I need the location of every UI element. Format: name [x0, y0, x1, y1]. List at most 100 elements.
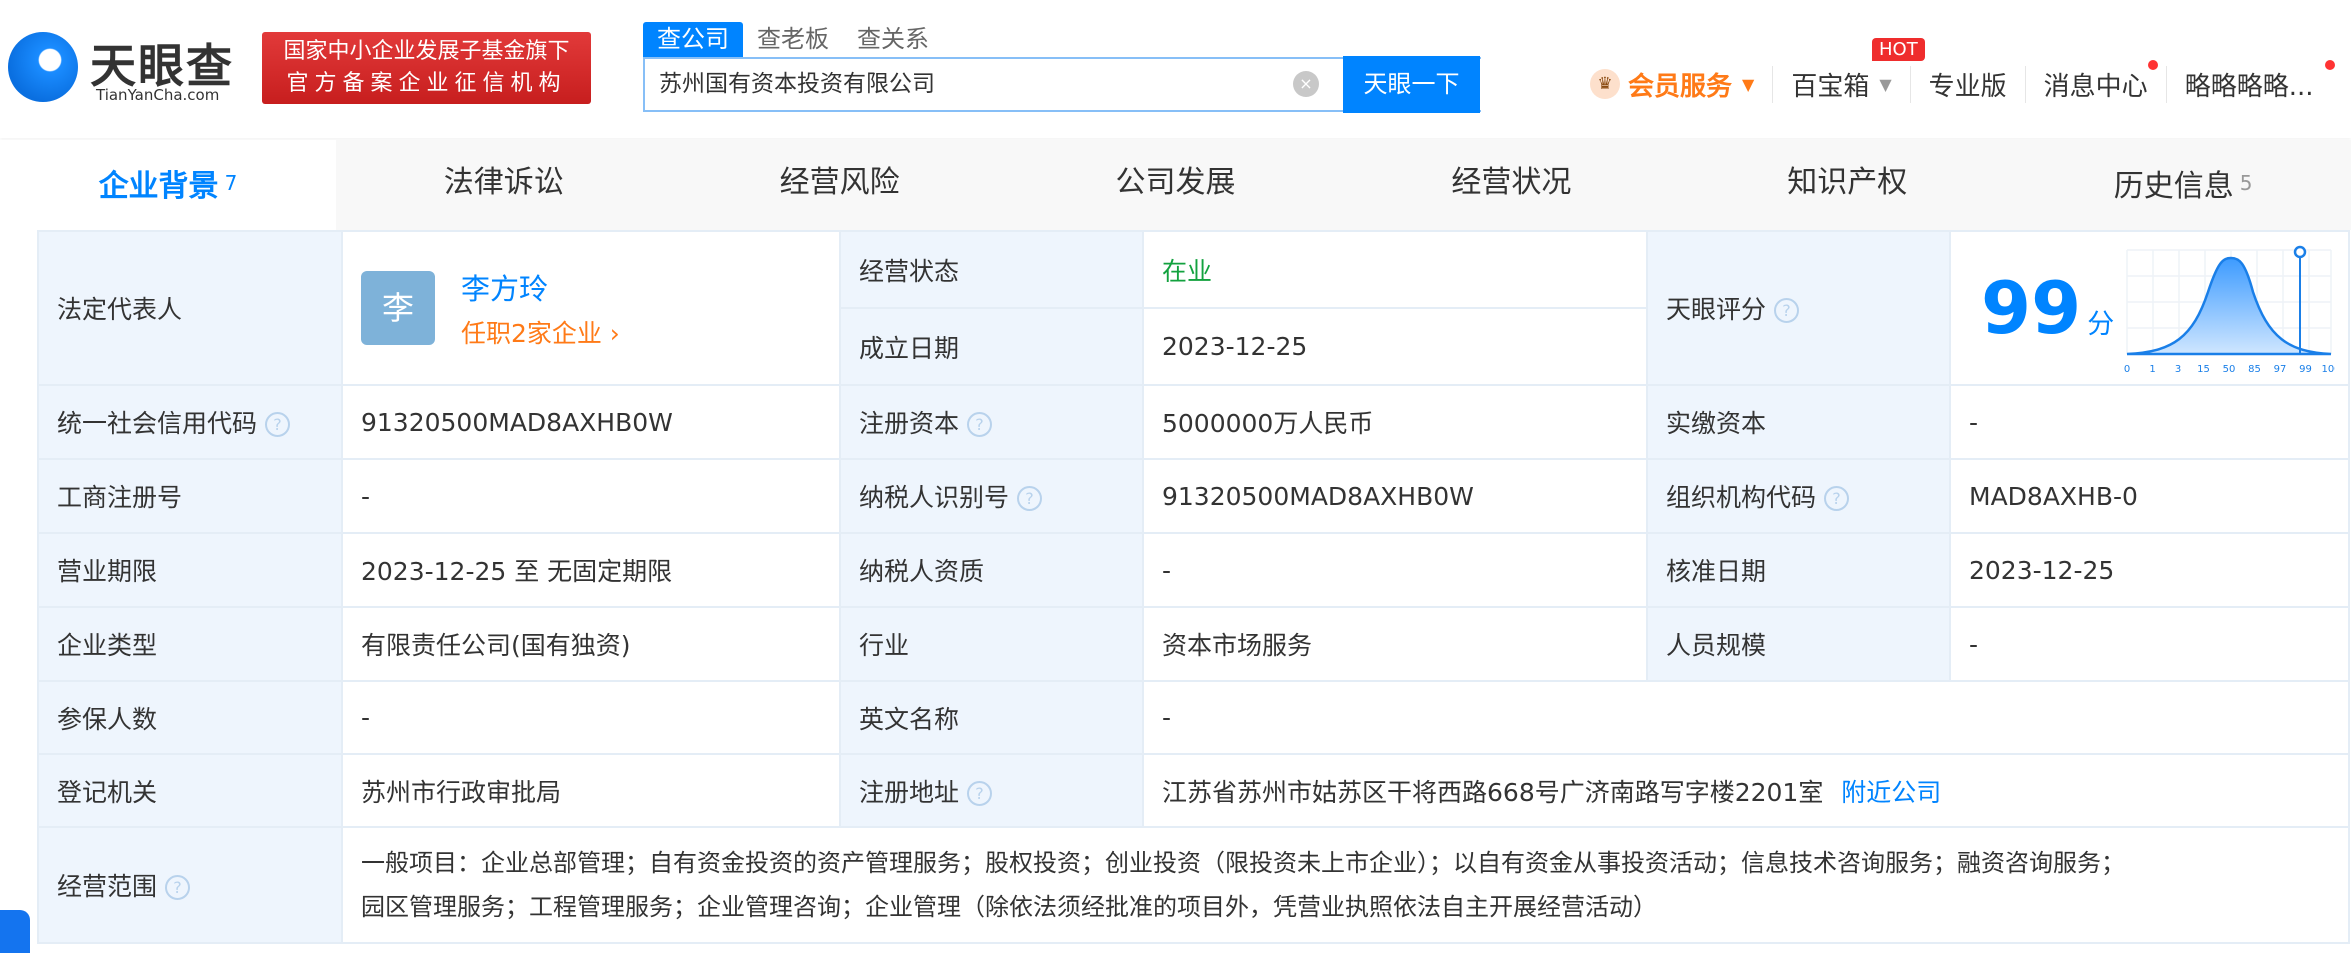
org-code-label-cell: 组织机构代码? — [1646, 458, 1951, 534]
staff-value: - — [1949, 606, 2350, 682]
term-label: 营业期限 — [37, 532, 343, 608]
badge-line-2: 官方备案企业征信机构 — [286, 71, 567, 96]
english-name-label: 英文名称 — [839, 680, 1144, 755]
reg-capital-label-cell: 注册资本? — [839, 384, 1144, 460]
tab-label: 经营风险 — [779, 165, 900, 200]
score-tick-label: 0 — [2124, 364, 2130, 375]
staff-label: 人员规模 — [1646, 606, 1951, 682]
taxpayer-qual-value: - — [1142, 532, 1648, 608]
help-icon[interactable]: ? — [967, 780, 993, 806]
nav-user-label: 略略略略... — [2184, 71, 2314, 102]
tab-ip[interactable]: 知识产权 — [1679, 140, 2015, 230]
biz-reg-no-value: - — [341, 458, 841, 534]
notification-dot — [2147, 59, 2158, 70]
score-tick-label: 97 — [2274, 364, 2287, 375]
help-icon[interactable]: ? — [165, 875, 191, 900]
industry-label: 行业 — [839, 606, 1144, 682]
scope-line: 园区管理服务；工程管理服务；企业管理咨询；企业管理（除依法须经批准的项目外，凭营… — [361, 893, 1657, 921]
help-icon[interactable]: ? — [967, 412, 993, 437]
approval-label: 核准日期 — [1646, 532, 1951, 608]
address-label: 注册地址 — [859, 777, 960, 807]
paid-capital-label: 实缴资本 — [1646, 384, 1951, 460]
help-icon[interactable]: ? — [1017, 486, 1043, 511]
score-marker-pin — [2293, 245, 2307, 259]
nav-messages-label: 消息中心 — [2043, 71, 2148, 102]
clear-icon[interactable]: × — [1293, 71, 1319, 97]
term-value: 2023-12-25 至 无固定期限 — [341, 532, 841, 608]
legal-rep-companies-link[interactable]: 任职2家企业 › — [461, 314, 620, 350]
crown-icon: ♛ — [1590, 69, 1620, 99]
tab-label: 知识产权 — [1787, 165, 1908, 200]
tab-operations[interactable]: 经营状况 — [1343, 140, 1679, 230]
nav-toolbox[interactable]: 百宝箱 ▼ — [1773, 65, 1911, 103]
scope-label: 经营范围 — [57, 872, 158, 901]
taxpayer-id-label: 纳税人识别号 — [859, 483, 1010, 512]
credit-code-value: 91320500MAD8AXHB0W — [341, 384, 841, 460]
credit-code-label-cell: 统一社会信用代码? — [37, 384, 343, 460]
tab-label: 历史信息 — [2113, 169, 2234, 204]
score-tick-label: 50 — [2223, 364, 2236, 375]
search-type-tabs: 查公司 查老板 查关系 — [643, 22, 943, 57]
industry-value: 资本市场服务 — [1142, 606, 1648, 682]
reg-capital-value: 5000000万人民币 — [1142, 384, 1648, 460]
score-tick-label: 100 — [2321, 364, 2335, 375]
status-label: 经营状态 — [839, 230, 1144, 309]
search-tab-company[interactable]: 查公司 — [643, 22, 743, 57]
search-button[interactable]: 天眼一下 — [1343, 56, 1480, 113]
nav-messages[interactable]: 消息中心 — [2026, 59, 2167, 103]
logo-domain: TianYanCha.com — [96, 86, 220, 104]
scope-label-cell: 经营范围? — [37, 826, 343, 944]
avatar[interactable]: 李 — [361, 271, 435, 345]
search-input[interactable]: 苏州国有资本投资有限公司 — [659, 59, 1259, 110]
legal-rep-name[interactable]: 李方玲 — [461, 266, 620, 308]
score-label-cell: 天眼评分? — [1646, 230, 1951, 386]
tab-legal[interactable]: 法律诉讼 — [336, 140, 672, 230]
score-tick-label: 3 — [2175, 364, 2181, 375]
type-label: 企业类型 — [37, 606, 343, 682]
help-icon[interactable]: ? — [265, 412, 291, 437]
taxpayer-id-value: 91320500MAD8AXHB0W — [1142, 458, 1648, 534]
address-cell: 江苏省苏州市姑苏区干将西路668号广济南路写字楼2201室 附近公司 — [1142, 753, 2350, 828]
tab-label: 法律诉讼 — [443, 165, 564, 200]
score-unit: 分 — [2087, 309, 2115, 340]
credit-code-label: 统一社会信用代码 — [57, 409, 258, 438]
score-tick-label: 85 — [2248, 364, 2261, 375]
tab-development[interactable]: 公司发展 — [1008, 140, 1344, 230]
legal-rep-cell: 李 李方玲 任职2家企业 › — [341, 230, 841, 386]
tab-history[interactable]: 历史信息 5 — [2015, 140, 2351, 230]
biz-reg-no-label: 工商注册号 — [37, 458, 343, 534]
tab-count: 7 — [224, 171, 238, 195]
section-tabs: 企业背景 7 法律诉讼 经营风险 公司发展 经营状况 知识产权 历史信息 5 — [0, 140, 2351, 230]
floating-widget-edge[interactable] — [0, 910, 30, 953]
tab-risk[interactable]: 经营风险 — [672, 140, 1008, 230]
org-code-value: MAD8AXHB-0 — [1949, 458, 2350, 534]
top-nav: ♛ 会员服务 ▼ 百宝箱 ▼ 专业版 消息中心 略略略略... — [1572, 59, 2336, 104]
reg-capital-label: 注册资本 — [859, 409, 960, 438]
nav-pro[interactable]: 专业版 — [1911, 65, 2026, 103]
search-tab-boss[interactable]: 查老板 — [743, 22, 843, 57]
nav-vip[interactable]: ♛ 会员服务 ▼ — [1572, 65, 1774, 103]
paid-capital-value: - — [1949, 384, 2350, 460]
score-cell: 99分 0131550859799100 — [1949, 230, 2350, 386]
authority-label: 登记机关 — [37, 753, 343, 828]
tab-background[interactable]: 企业背景 7 — [0, 140, 336, 230]
help-icon[interactable]: ? — [1824, 486, 1850, 511]
logo[interactable]: 天眼查 TianYanCha.com — [8, 30, 248, 105]
logo-icon — [8, 32, 78, 102]
approval-value: 2023-12-25 — [1949, 532, 2350, 608]
search-tab-relation[interactable]: 查关系 — [843, 22, 943, 57]
tab-label: 企业背景 — [98, 169, 219, 204]
score-tick-label: 15 — [2197, 364, 2210, 375]
caret-down-icon: ▼ — [1742, 74, 1755, 94]
score-distribution-chart: 0 1 3 15 50 85 97 99 100 — [2124, 245, 2335, 375]
taxpayer-qual-label: 纳税人资质 — [839, 532, 1144, 608]
legal-rep-label: 法定代表人 — [37, 230, 343, 386]
badge-line-1: 国家中小企业发展子基金旗下 — [283, 39, 570, 64]
authority-value: 苏州市行政审批局 — [341, 753, 841, 828]
help-icon[interactable]: ? — [1774, 298, 1800, 323]
nearby-companies-link[interactable]: 附近公司 — [1841, 778, 1941, 807]
nav-user[interactable]: 略略略略... — [2167, 59, 2336, 103]
founded-value: 2023-12-25 — [1142, 307, 1648, 386]
insured-value: - — [341, 680, 841, 755]
tab-label: 经营状况 — [1451, 165, 1572, 200]
